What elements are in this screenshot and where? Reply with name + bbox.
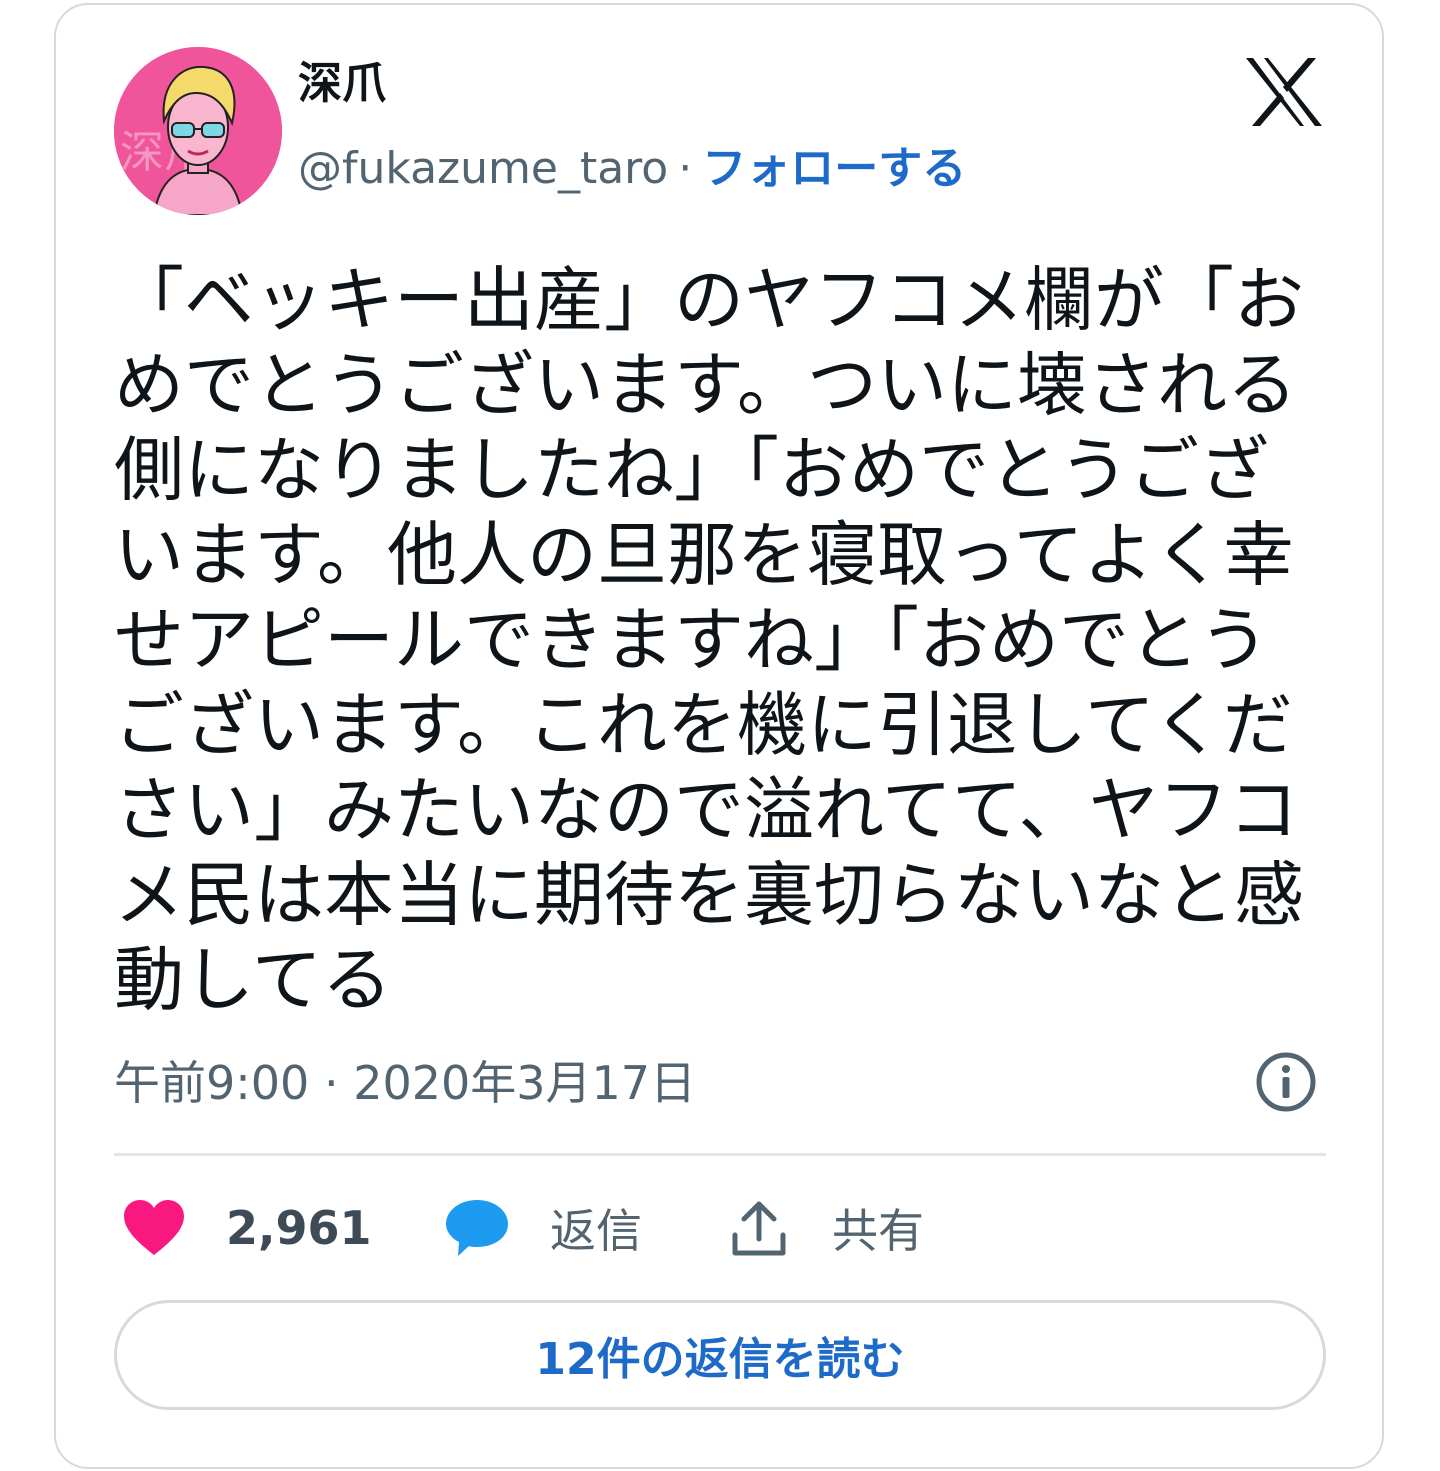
divider <box>114 1153 1326 1156</box>
tweet-text-line: ございます。これを機に引退してくだ <box>114 684 1293 766</box>
handle-separator: · <box>678 143 693 194</box>
heart-icon <box>124 1200 184 1255</box>
info-icon[interactable] <box>1254 1050 1318 1114</box>
tweet-text-line: 「ベッキー出産」のヤフコメ欄が「お <box>114 259 1304 341</box>
share-label: 共有 <box>832 1204 924 1258</box>
author-handle[interactable]: @fukazume_taro <box>298 143 668 194</box>
tweet-text-line: せアピールできますね」「おめでとう <box>114 599 1269 681</box>
x-logo-icon[interactable] <box>1244 56 1324 128</box>
tweet-text-line: 動してる <box>114 939 392 1021</box>
avatar[interactable]: 深爪 <box>114 47 282 215</box>
tweet-date: 2020年3月17日 <box>353 1056 697 1110</box>
tweet-text-line: メ民は本当に期待を裏切らないなと感 <box>114 854 1304 936</box>
tweet-time: 午前9:00 <box>114 1056 310 1110</box>
like-count: 2,961 <box>226 1201 372 1255</box>
read-replies-button[interactable]: 12件の返信を読む <box>114 1300 1326 1410</box>
reply-button[interactable]: 返信 <box>444 1192 642 1264</box>
avatar-illustration: 深爪 <box>114 47 282 215</box>
follow-button[interactable]: フォローする <box>702 143 966 194</box>
reply-label: 返信 <box>550 1204 642 1258</box>
tweet-text-line: めでとうございます。ついに壊される <box>114 344 1297 426</box>
share-button[interactable]: 共有 <box>730 1192 924 1264</box>
meta-separator: · <box>323 1056 339 1110</box>
speech-bubble-icon <box>446 1200 508 1256</box>
share-upload-icon <box>732 1201 786 1256</box>
tweet-timestamp[interactable]: 午前9:00 · 2020年3月17日 <box>114 1052 696 1114</box>
like-button[interactable]: 2,961 <box>122 1192 372 1264</box>
author-display-name[interactable]: 深爪 <box>298 62 386 106</box>
tweet-text-line: さい」みたいなので溢れてて、ヤフコ <box>114 769 1299 851</box>
read-replies-label: 12件の返信を読む <box>535 1334 905 1385</box>
tweet-text: 「ベッキー出産」のヤフコメ欄が「お めでとうございます。ついに壊される 側になり… <box>114 258 1324 1023</box>
author-handle-row: @fukazume_taro · フォローする <box>298 140 966 198</box>
tweet-text-line: います。他人の旦那を寝取ってよく幸 <box>114 514 1294 596</box>
tweet-text-line: 側になりましたね」「おめでとうござ <box>114 429 1269 511</box>
